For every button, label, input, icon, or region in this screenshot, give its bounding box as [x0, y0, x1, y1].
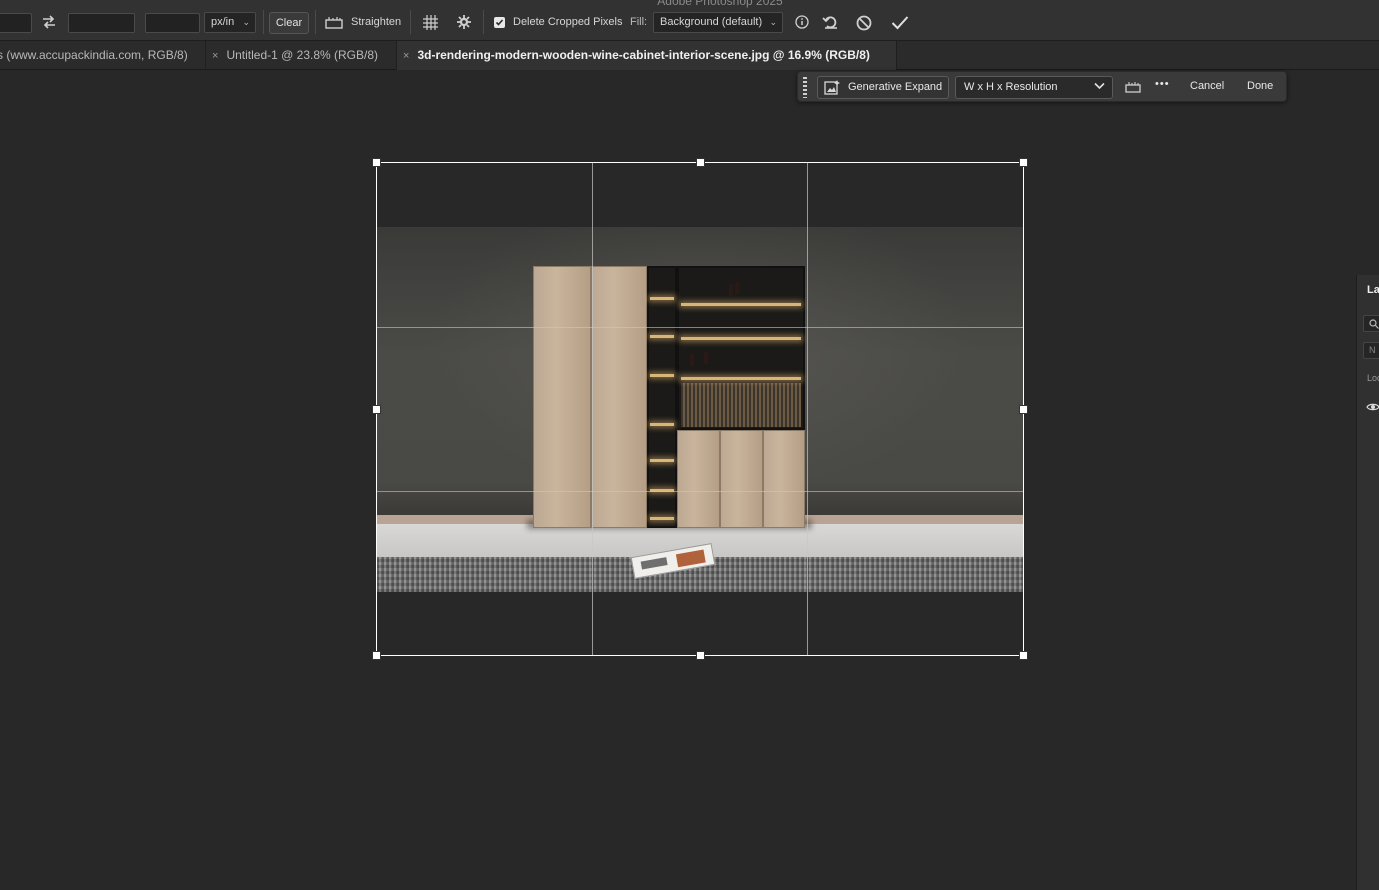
tab-wine-cabinet[interactable]: × 3d-rendering-modern-wooden-wine-cabinet…: [397, 41, 897, 70]
tab-label: Untitled-1 @ 23.8% (RGB/8): [226, 48, 379, 62]
crop-box[interactable]: [372, 158, 1028, 660]
divider: [483, 10, 484, 34]
width-field[interactable]: [0, 13, 32, 33]
chevron-down-icon: [1094, 77, 1105, 98]
fill-value: Background (default): [660, 16, 763, 28]
clear-button[interactable]: Clear: [269, 12, 309, 34]
done-button[interactable]: Done: [1247, 80, 1273, 92]
crop-ratio-select[interactable]: W x H x Resolution: [955, 76, 1113, 99]
crop-grid-line: [807, 163, 808, 655]
blend-mode-field[interactable]: N: [1363, 342, 1379, 359]
tab-label: 3d-rendering-modern-wooden-wine-cabinet-…: [417, 48, 870, 62]
resolution-unit-select[interactable]: px/in ⌄: [204, 12, 256, 33]
options-bar: Adobe Photoshop 2025 px/in ⌄ Clear Strai…: [0, 0, 1379, 41]
commit-checkmark-icon[interactable]: [890, 14, 909, 31]
resolution-unit-value: px/in: [211, 16, 235, 28]
crop-ratio-value: W x H x Resolution: [964, 81, 1058, 93]
generative-expand-label: Generative Expand: [848, 81, 943, 93]
generative-expand-icon: [824, 80, 840, 103]
crop-grid-line: [592, 163, 593, 655]
panel-title[interactable]: La: [1367, 284, 1379, 296]
layers-panel: La N Loc: [1356, 275, 1379, 890]
cancel-crop-icon[interactable]: [855, 14, 872, 31]
app-title: Adobe Photoshop 2025: [657, 0, 783, 8]
generative-expand-button[interactable]: Generative Expand: [817, 76, 949, 99]
reset-icon[interactable]: [821, 13, 841, 31]
resolution-field[interactable]: [145, 13, 200, 33]
crop-handle-bottom-right[interactable]: [1019, 651, 1028, 660]
eye-icon[interactable]: [1366, 402, 1379, 412]
close-icon[interactable]: ×: [403, 50, 409, 62]
height-field[interactable]: [68, 13, 135, 33]
crop-grid-line: [377, 327, 1023, 328]
crop-handle-top-right[interactable]: [1019, 158, 1028, 167]
crop-handle-top-left[interactable]: [372, 158, 381, 167]
crop-handle-top[interactable]: [696, 158, 705, 167]
straighten-icon[interactable]: [1124, 80, 1142, 94]
tab-untitled-1[interactable]: × Untitled-1 @ 23.8% (RGB/8): [206, 41, 397, 70]
crop-handle-bottom[interactable]: [696, 651, 705, 660]
tab-label: s (www.accupackindia.com, RGB/8): [0, 48, 188, 62]
delete-cropped-checkbox[interactable]: [494, 17, 505, 28]
crop-grid-line: [377, 491, 1023, 492]
chevron-down-icon: ⌄: [242, 17, 250, 27]
close-icon[interactable]: ×: [212, 50, 218, 62]
info-icon[interactable]: [794, 14, 810, 30]
lock-label: Loc: [1367, 373, 1379, 383]
delete-cropped-label[interactable]: Delete Cropped Pixels: [513, 16, 622, 28]
divider: [263, 10, 264, 34]
chevron-down-icon: ⌄: [769, 17, 777, 27]
fill-label: Fill:: [630, 16, 648, 28]
layer-search-field[interactable]: [1363, 315, 1379, 332]
swap-icon[interactable]: [40, 14, 58, 30]
document-tabs: s (www.accupackindia.com, RGB/8) × Untitl…: [0, 41, 1379, 70]
divider: [410, 10, 411, 34]
fill-select[interactable]: Background (default) ⌄: [653, 12, 783, 33]
gear-icon[interactable]: [455, 13, 473, 31]
tab-document-1[interactable]: s (www.accupackindia.com, RGB/8): [0, 41, 206, 70]
more-options-icon[interactable]: •••: [1155, 78, 1170, 90]
crop-handle-right[interactable]: [1019, 405, 1028, 414]
drag-handle-icon[interactable]: [803, 77, 807, 98]
search-icon: [1369, 319, 1379, 329]
grid-overlay-icon[interactable]: [421, 13, 439, 31]
divider: [315, 10, 316, 34]
crop-handle-left[interactable]: [372, 405, 381, 414]
straighten-icon[interactable]: [324, 14, 344, 30]
cancel-button[interactable]: Cancel: [1190, 80, 1224, 92]
straighten-label[interactable]: Straighten: [351, 16, 401, 28]
crop-handle-bottom-left[interactable]: [372, 651, 381, 660]
contextual-task-bar: Generative Expand W x H x Resolution •••…: [797, 71, 1287, 102]
